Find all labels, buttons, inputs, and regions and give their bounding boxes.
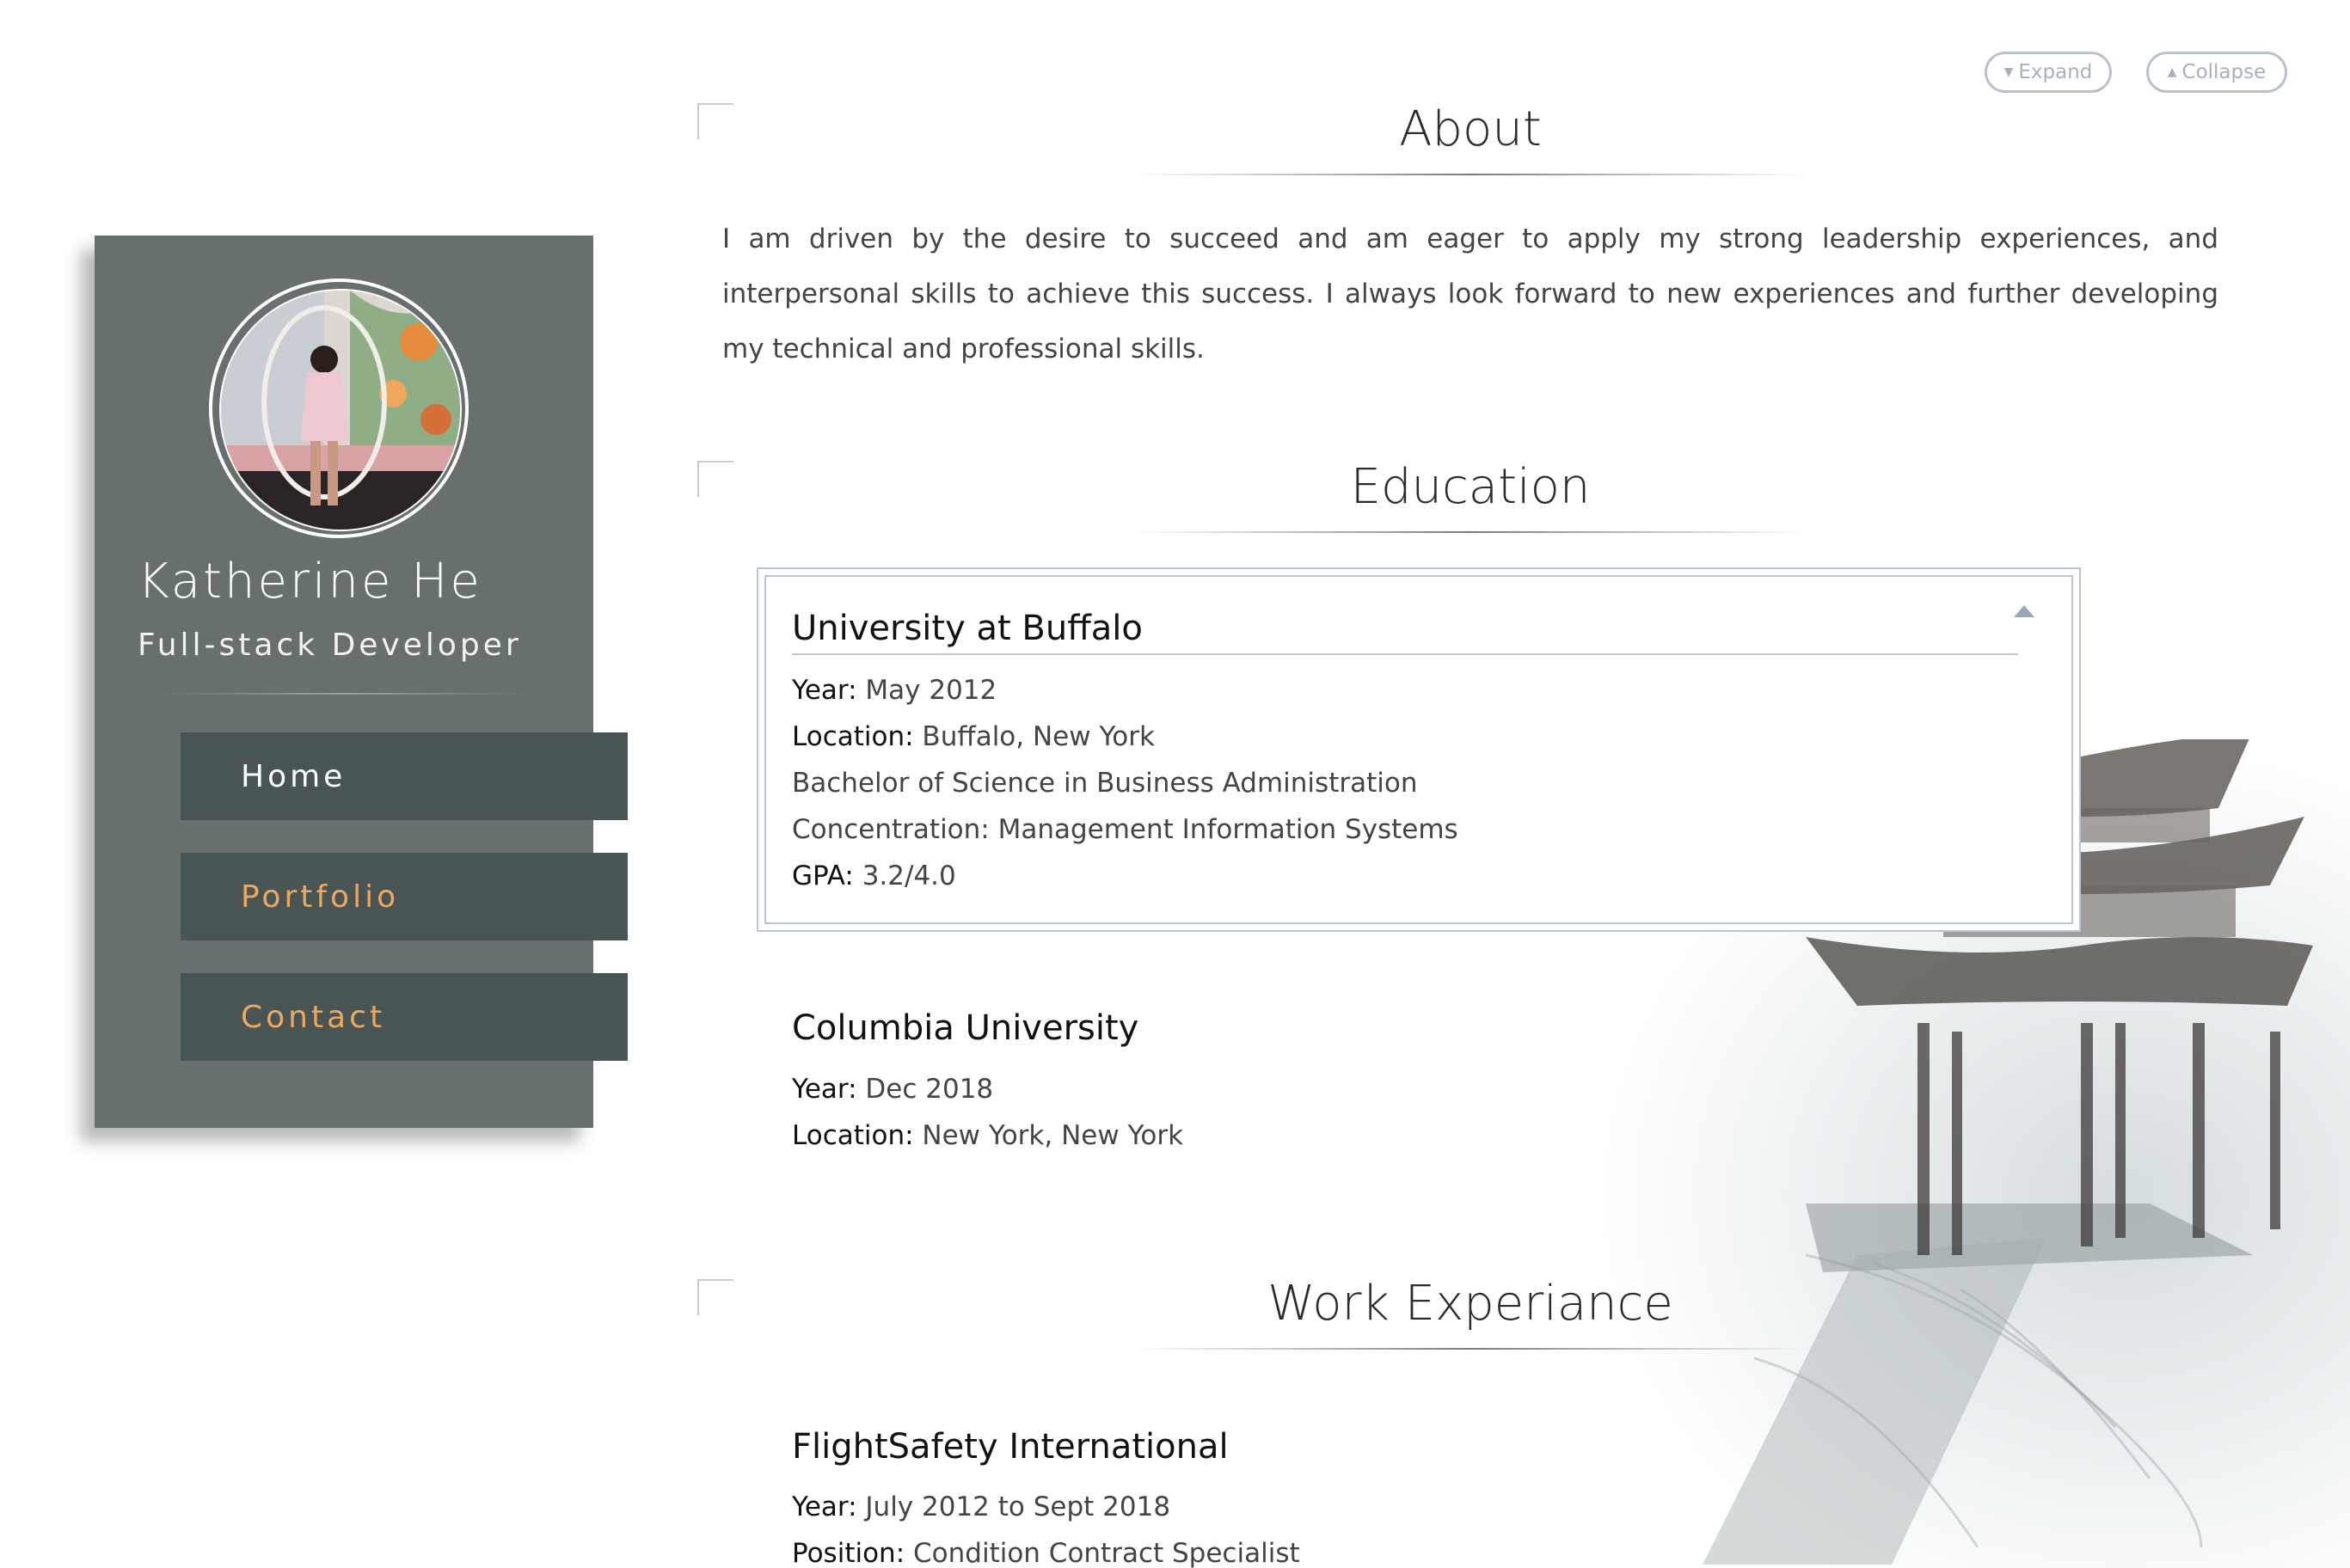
school-concentration: Concentration: Management Information Sy…	[792, 814, 1458, 845]
work-heading: Work Experiance	[1267, 1276, 1673, 1332]
school-location: Location: New York, New York	[792, 1120, 1184, 1151]
profile-sidebar: Katherine He Full-stack Developer Home P…	[95, 236, 628, 1128]
school-name[interactable]: University at Buffalo	[792, 609, 1143, 648]
education-heading: Education	[1350, 459, 1591, 515]
caret-up-icon: ▲	[2167, 65, 2177, 79]
page: Katherine He Full-stack Developer Home P…	[0, 0, 2350, 1568]
school-gpa: GPA: 3.2/4.0	[792, 861, 956, 891]
section-corner-marker	[697, 103, 733, 139]
job-year: Year: July 2012 to Sept 2018	[792, 1491, 1171, 1522]
caret-down-icon: ▼	[2003, 65, 2014, 79]
about-text: I am driven by the desire to succeed and…	[722, 224, 2218, 364]
avatar	[209, 279, 469, 538]
about-heading-rule	[1135, 174, 1806, 175]
nav-portfolio[interactable]: Portfolio	[181, 853, 628, 940]
school-location: Location: Buffalo, New York	[792, 721, 1155, 752]
school-name[interactable]: Columbia University	[792, 1008, 1138, 1048]
expand-button[interactable]: ▼ Expand	[1985, 52, 2112, 93]
profile-divider	[155, 693, 533, 695]
nav-home[interactable]: Home	[181, 732, 628, 820]
profile-title: Full-stack Developer	[138, 628, 522, 663]
collapse-label: Collapse	[2181, 61, 2267, 83]
school-year: Year: Dec 2018	[792, 1074, 994, 1105]
school-name-underline	[792, 653, 2018, 655]
school-degree: Bachelor of Science in Business Administ…	[792, 768, 1418, 799]
profile-name: Katherine He	[138, 554, 482, 609]
collapse-button[interactable]: ▲ Collapse	[2146, 52, 2287, 93]
section-corner-marker	[697, 461, 733, 497]
about-heading: About	[1399, 101, 1542, 157]
nav-contact[interactable]: Contact	[181, 973, 628, 1061]
collapse-arrow-icon[interactable]	[2014, 605, 2034, 617]
profile-photo	[219, 289, 462, 531]
section-corner-marker	[697, 1279, 733, 1315]
expand-label: Expand	[2018, 61, 2093, 83]
education-heading-rule	[1135, 531, 1806, 533]
company-name[interactable]: FlightSafety International	[792, 1427, 1229, 1467]
school-year: Year: May 2012	[792, 675, 997, 706]
job-position: Position: Condition Contract Specialist	[792, 1538, 1300, 1568]
work-heading-rule	[1135, 1348, 1806, 1350]
